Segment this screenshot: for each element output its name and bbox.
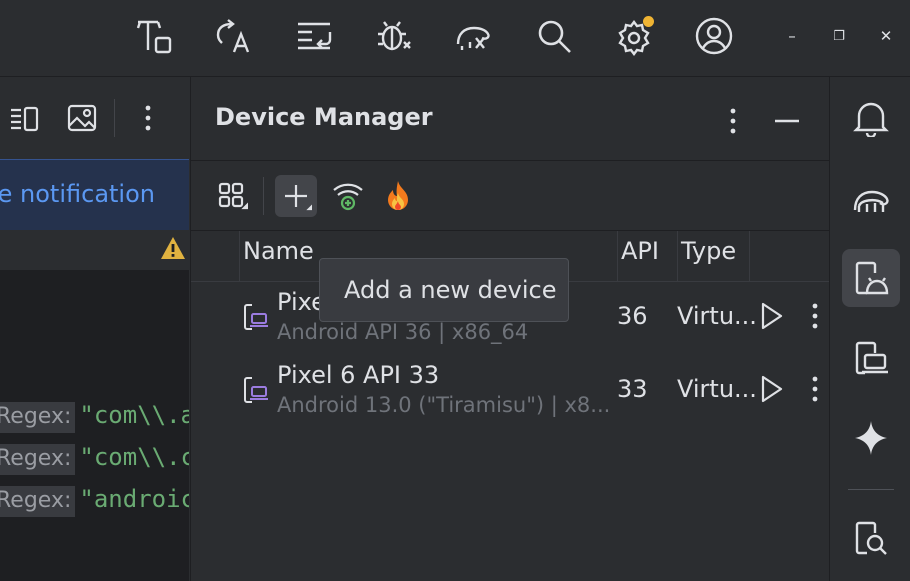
code-key: Regex:	[0, 444, 76, 475]
column-header-name[interactable]: Name	[243, 237, 314, 265]
search-icon[interactable]	[532, 14, 576, 58]
device-manager-tool-icon[interactable]	[842, 249, 900, 307]
device-type: Virtu...	[677, 375, 757, 403]
device-row[interactable]: Pixel 6 API 33 Android 13.0 ("Tiramisu")…	[191, 361, 829, 433]
warning-strip	[0, 230, 189, 270]
device-details: Android API 36 | x86_64	[277, 320, 529, 344]
device-details: Android 13.0 ("Tiramisu") | x8...	[277, 393, 611, 417]
notification-banner[interactable]: le notification	[0, 159, 189, 231]
firebase-flame-icon	[382, 179, 414, 213]
gradle-icon[interactable]	[842, 169, 900, 227]
debug-bug-icon[interactable]	[372, 14, 416, 58]
code-string: "com\\.c	[79, 443, 189, 471]
code-key: Regex:	[0, 402, 76, 433]
code-line: Regex: "androic	[0, 485, 189, 521]
column-divider	[617, 231, 618, 281]
play-icon[interactable]	[757, 301, 785, 331]
settings-icon[interactable]	[612, 14, 656, 58]
restore-button[interactable]: ❐	[825, 22, 853, 50]
app-inspection-icon[interactable]	[842, 509, 900, 567]
editor-toolbar	[0, 77, 189, 159]
pair-wifi-button[interactable]	[327, 175, 369, 217]
device-type: Virtu...	[677, 302, 757, 330]
virtual-device-icon	[243, 375, 271, 405]
grid-icon	[216, 180, 248, 212]
notifications-icon[interactable]	[842, 89, 900, 147]
code-line: Regex: "com\\.c	[0, 443, 189, 479]
banner-link[interactable]: le notification	[0, 180, 155, 208]
column-divider	[749, 231, 750, 281]
format-icon[interactable]	[292, 14, 336, 58]
code-string: "com\\.a	[79, 401, 189, 429]
design-view-icon[interactable]	[66, 102, 98, 134]
account-icon[interactable]	[692, 14, 736, 58]
group-by-button[interactable]	[211, 175, 253, 217]
minimize-button[interactable]: –	[778, 22, 806, 50]
close-button[interactable]: ✕	[872, 22, 900, 50]
tooltip: Add a new device	[319, 258, 569, 322]
warning-icon[interactable]	[160, 236, 186, 260]
device-name: Pixel 6 API 33	[277, 361, 440, 389]
column-divider	[239, 231, 240, 281]
editor-pane: le notification Regex: "com\\.a Regex: "co…	[0, 77, 189, 581]
separator	[191, 230, 829, 231]
separator	[191, 160, 829, 161]
running-devices-icon[interactable]	[842, 329, 900, 387]
main-toolbar: – ❐ ✕	[0, 0, 910, 77]
code-line: Regex: "com\\.a	[0, 401, 189, 437]
tooltip-text: Add a new device	[344, 276, 557, 304]
toolbar-divider	[114, 99, 115, 137]
column-divider	[677, 231, 678, 281]
split-view-icon[interactable]	[8, 102, 40, 134]
code-key: Regex:	[0, 486, 76, 517]
wifi-pair-icon	[331, 179, 365, 213]
firebase-test-lab-button[interactable]	[377, 175, 419, 217]
toolbar-divider	[263, 177, 264, 215]
device-manager-panel: Device Manager Name API Type Pixe Androi…	[190, 77, 829, 581]
strip-divider	[848, 489, 894, 490]
add-device-button[interactable]	[275, 175, 317, 217]
virtual-device-icon	[243, 302, 271, 332]
panel-options-icon[interactable]	[723, 105, 743, 137]
device-options-icon[interactable]	[803, 374, 827, 404]
right-tool-strip	[829, 77, 910, 581]
more-options-icon[interactable]	[136, 102, 160, 134]
settings-update-badge	[643, 16, 654, 27]
gradle-sync-icon[interactable]	[452, 14, 496, 58]
minimize-panel-icon[interactable]	[773, 105, 801, 137]
device-api: 33	[617, 375, 648, 403]
translate-icon[interactable]	[212, 14, 256, 58]
panel-title: Device Manager	[215, 103, 433, 131]
code-string: "androic	[79, 485, 189, 513]
column-header-api[interactable]: API	[621, 237, 659, 265]
column-header-type[interactable]: Type	[681, 237, 736, 265]
play-icon[interactable]	[757, 374, 785, 404]
device-api: 36	[617, 302, 648, 330]
gemini-sparkle-icon[interactable]	[842, 409, 900, 467]
project-structure-icon[interactable]	[132, 14, 176, 58]
device-options-icon[interactable]	[803, 301, 827, 331]
plus-icon	[280, 180, 312, 212]
